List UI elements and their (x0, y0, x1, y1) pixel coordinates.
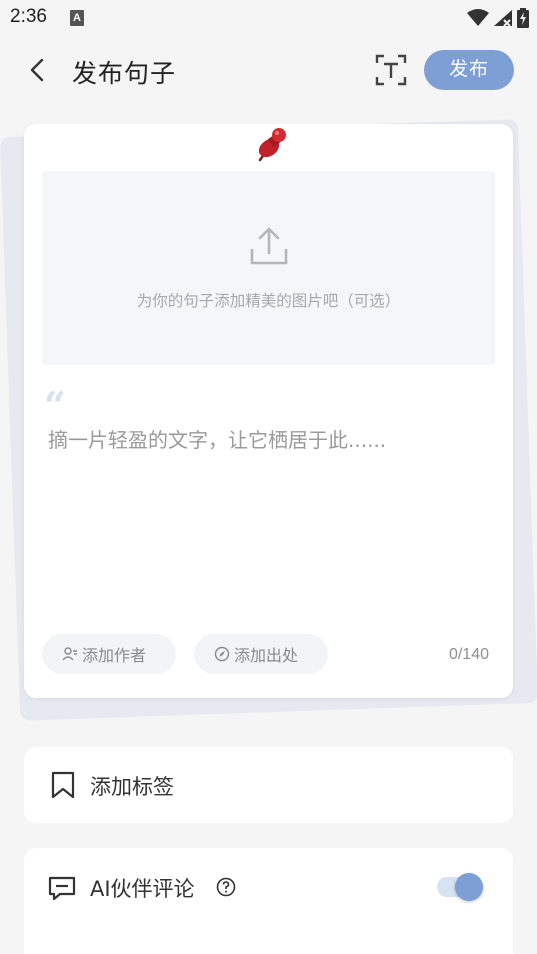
ai-comment-row: AI伙伴评论 (24, 848, 513, 954)
help-icon[interactable] (216, 877, 236, 897)
add-tag-label: 添加标签 (90, 775, 174, 799)
page-title: 发布句子 (72, 59, 177, 88)
upload-icon (250, 227, 288, 265)
status-bar: 2:36 A (0, 0, 537, 36)
pushpin-icon (258, 128, 286, 162)
add-author-label: 添加作者 (82, 646, 147, 665)
comment-icon (48, 876, 76, 901)
notification-a-icon: A (70, 10, 84, 26)
signal-icon (494, 10, 512, 27)
upload-hint: 为你的句子添加精美的图片吧（可选） (136, 292, 401, 310)
sentence-card: 为你的句子添加精美的图片吧（可选） “ 添加作者 添加出处 0/140 (24, 124, 513, 698)
status-time: 2:36 (10, 6, 47, 27)
bookmark-icon (51, 771, 75, 799)
add-source-label: 添加出处 (234, 646, 299, 665)
battery-charging-icon (517, 8, 529, 28)
add-author-button[interactable]: 添加作者 (42, 634, 176, 674)
add-source-button[interactable]: 添加出处 (194, 634, 328, 674)
toggle-knob (455, 873, 483, 901)
ai-comment-toggle[interactable] (437, 873, 485, 901)
add-tag-row[interactable]: 添加标签 (24, 747, 513, 823)
publish-button[interactable]: 发布 (424, 50, 514, 90)
status-icons (467, 6, 529, 30)
compass-icon (214, 646, 230, 662)
sentence-text-input[interactable] (48, 420, 488, 460)
text-scan-icon[interactable] (374, 53, 408, 87)
author-icon (62, 647, 77, 661)
char-count: 0/140 (448, 646, 489, 663)
image-upload-area[interactable]: 为你的句子添加精美的图片吧（可选） (42, 171, 495, 365)
wifi-icon (467, 9, 489, 26)
back-arrow-icon[interactable] (22, 54, 54, 86)
header: 发布句子 发布 (0, 36, 537, 106)
ai-comment-label: AI伙伴评论 (90, 877, 195, 901)
